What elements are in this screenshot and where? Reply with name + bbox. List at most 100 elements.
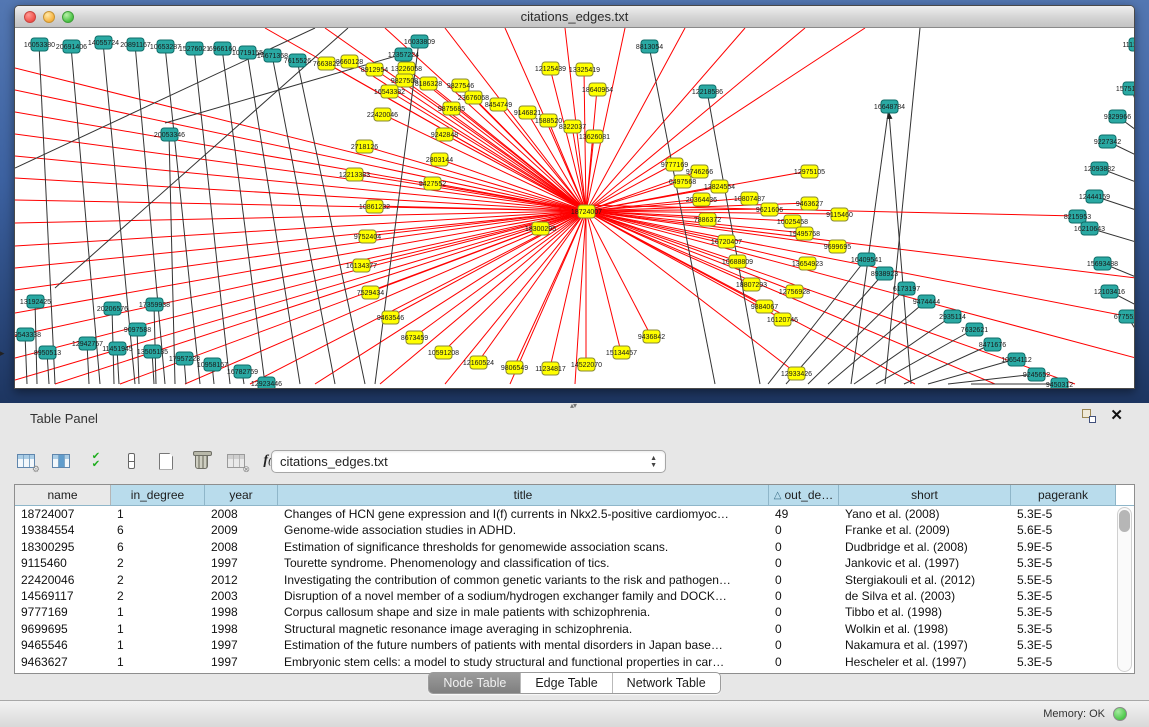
rows-icon[interactable]: [119, 450, 143, 472]
graph-node-label: 6497568: [669, 179, 696, 186]
cell-name: 9463627: [15, 654, 111, 670]
graph-edge: [35, 301, 37, 384]
new-column-icon[interactable]: [154, 450, 178, 472]
graph-node-label: 8186328: [415, 81, 442, 88]
graph-node-label: 9450312: [1046, 382, 1073, 388]
window-titlebar[interactable]: citations_edges.txt: [15, 6, 1134, 28]
splitter-grip[interactable]: ▴▾: [570, 401, 576, 410]
column-header-out_de[interactable]: △out_de…: [769, 485, 839, 505]
cell-year: 2009: [205, 522, 278, 538]
graph-node-label: 9242848: [431, 132, 458, 139]
graph-node-label: 8950513: [34, 350, 61, 357]
table-row[interactable]: 969969511998Structural magnetic resonanc…: [15, 621, 1134, 637]
graph-node-label: 9463546: [377, 315, 404, 322]
table-row[interactable]: 1456911722003Disruption of a novel membe…: [15, 588, 1134, 604]
graph-node-label: 12093882: [1084, 166, 1115, 173]
cell-title: Corpus callosum shape and size in male p…: [278, 604, 769, 620]
cell-in_degree: 6: [111, 522, 205, 538]
cell-short: Nakamura et al. (1997): [839, 637, 1011, 653]
tab-edge-table[interactable]: Edge Table: [521, 673, 612, 693]
graph-node-label: 18807293: [736, 282, 767, 289]
network-graph[interactable]: 1872400776638228660128891295413226058982…: [15, 28, 1134, 388]
column-checklist-icon[interactable]: ✔✔: [84, 450, 108, 472]
table-row[interactable]: 946554611997Estimation of the future num…: [15, 637, 1134, 653]
graph-node-label: 9621606: [756, 207, 783, 214]
column-header-title[interactable]: title: [278, 485, 769, 505]
graph-edge: [15, 211, 586, 358]
column-header-short[interactable]: short: [839, 485, 1011, 505]
graph-node-label: 7615526: [284, 58, 311, 65]
graph-node-label: 9463627: [796, 201, 823, 208]
graph-node-label: 8673459: [401, 335, 428, 342]
column-header-name[interactable]: name: [15, 485, 111, 505]
cell-short: Jankovic et al. (1997): [839, 555, 1011, 571]
graph-node-label: 17357224: [388, 52, 419, 59]
table-selector-dropdown[interactable]: citations_edges.txt ▲▼: [271, 450, 666, 473]
delete-table-icon[interactable]: ⊗: [224, 450, 248, 472]
column-select-icon[interactable]: [49, 450, 73, 472]
graph-node-label: 18724007: [571, 209, 602, 216]
graph-node-label: 20206576: [97, 306, 128, 313]
graph-edge: [71, 46, 100, 384]
graph-edge: [15, 211, 586, 290]
cell-short: Stergiakouli et al. (2012): [839, 572, 1011, 588]
graph-edge: [55, 211, 586, 384]
window-title: citations_edges.txt: [15, 9, 1134, 24]
table-panel: ▴▾ Table Panel ✕ ⚙ ✔✔ ⊗ f(x) citations_e…: [0, 403, 1149, 700]
tab-node-table[interactable]: Node Table: [429, 673, 521, 693]
cell-name: 9777169: [15, 604, 111, 620]
graph-node-label: 15693488: [1087, 261, 1118, 268]
table-scrollbar[interactable]: [1117, 507, 1132, 672]
table-selector-value: citations_edges.txt: [280, 454, 650, 469]
column-header-year[interactable]: year: [205, 485, 278, 505]
graph-node-label: 10591208: [428, 350, 459, 357]
memory-status-label: Memory: OK: [1043, 708, 1105, 720]
cell-name: 14569117: [15, 588, 111, 604]
graph-node-label: 6775522: [1114, 314, 1134, 321]
cell-in_degree: 1: [111, 654, 205, 670]
column-header-pagerank[interactable]: pagerank: [1011, 485, 1116, 505]
graph-node-label: 12218586: [692, 89, 723, 96]
graph-node-label: 16120746: [767, 317, 798, 324]
graph-node-label: 10653287: [150, 44, 181, 51]
graph-node-label: 17359938: [139, 302, 170, 309]
network-canvas[interactable]: 1872400776638228660128891295413226058982…: [15, 28, 1134, 388]
table-scrollbar-thumb[interactable]: [1119, 510, 1130, 532]
graph-node-label: 20891167: [120, 42, 151, 49]
cell-out_de: 0: [769, 572, 839, 588]
table-row[interactable]: 2242004622012Investigating the contribut…: [15, 572, 1134, 588]
delete-column-icon[interactable]: [189, 450, 213, 472]
float-panel-icon[interactable]: [1082, 409, 1096, 423]
cell-name: 18724007: [15, 506, 111, 522]
memory-ok-icon: [1113, 707, 1127, 721]
graph-node-label: 9427552: [419, 181, 446, 188]
tab-network-table[interactable]: Network Table: [613, 673, 720, 693]
graph-node-label: 9875685: [438, 106, 465, 113]
graph-node-label: 10025458: [777, 219, 808, 226]
network-view-window[interactable]: citations_edges.txt 18724007766382286601…: [14, 5, 1135, 389]
graph-node-label: 19543338: [15, 332, 41, 339]
panel-title: Table Panel: [30, 411, 98, 426]
attribute-table[interactable]: namein_degreeyeartitle△out_de…shortpager…: [14, 484, 1135, 674]
graph-edge: [586, 211, 1134, 358]
table-row[interactable]: 946362711997Embryonic stem cells: a mode…: [15, 654, 1134, 670]
cell-title: Estimation of significance thresholds fo…: [278, 539, 769, 555]
graph-edge: [586, 211, 621, 352]
table-row[interactable]: 977716911998Corpus callosum shape and si…: [15, 604, 1134, 620]
cell-out_de: 0: [769, 621, 839, 637]
column-header-in_degree[interactable]: in_degree: [111, 485, 205, 505]
close-panel-icon[interactable]: ✕: [1110, 409, 1123, 423]
table-row[interactable]: 911546021997Tourette syndrome. Phenomeno…: [15, 555, 1134, 571]
table-row[interactable]: 1872400712008Changes of HCN gene express…: [15, 506, 1134, 522]
table-settings-icon[interactable]: ⚙: [14, 450, 38, 472]
graph-node-label: 13192425: [20, 299, 51, 306]
graph-node-label: 15276021: [179, 46, 210, 53]
hidden-panel-grip[interactable]: ▸: [0, 348, 8, 358]
cell-year: 1997: [205, 555, 278, 571]
graph-node-label: 2803144: [426, 157, 453, 164]
cell-name: 22420046: [15, 572, 111, 588]
table-row[interactable]: 1938455462009Genome-wide association stu…: [15, 522, 1134, 538]
graph-node-label: 10654112: [1001, 357, 1032, 364]
graph-node-label: 9115460: [826, 212, 853, 219]
table-row[interactable]: 1830029562008Estimation of significance …: [15, 539, 1134, 555]
